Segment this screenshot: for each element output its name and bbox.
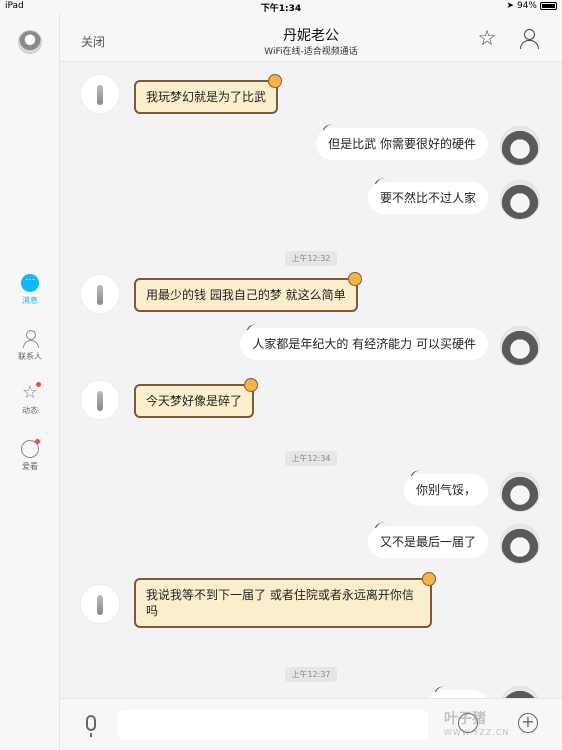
message-text: 又不是最后一届了 — [379, 535, 476, 549]
message-text: 我说我等不到下一届了 或者住院或者永远离开你信吗 — [146, 588, 414, 618]
my-chat-avatar[interactable] — [500, 126, 540, 166]
message-bubble-sent[interactable]: 人家都是年纪大的 有经济能力 可以买硬件 — [240, 328, 488, 360]
my-avatar[interactable] — [18, 30, 42, 54]
sidebar-item-label: 消息 — [22, 296, 38, 305]
my-chat-avatar[interactable] — [500, 472, 540, 512]
my-chat-avatar[interactable] — [500, 686, 540, 698]
bubble-sticker-icon — [244, 378, 259, 392]
notification-dot — [35, 439, 40, 444]
plus-icon[interactable]: + — [518, 713, 538, 733]
contact-avatar[interactable] — [80, 380, 120, 420]
time-separator: 上午12:37 — [60, 662, 562, 682]
bubble-sticker-icon — [422, 572, 436, 586]
sidebar-item-feed[interactable]: ☆ 动态 — [0, 382, 60, 416]
status-bar: iPad 下午1:34 ➤ 94% — [0, 0, 562, 14]
message-bubble-sent[interactable]: 你别气馁， — [403, 474, 488, 506]
bubble-sticker-icon — [268, 74, 283, 88]
message-bubble-received[interactable]: 今天梦好像是碎了 — [134, 378, 259, 418]
contact-avatar[interactable] — [80, 274, 120, 314]
message-bubble-sent[interactable]: 要不然比不过人家 — [367, 182, 488, 214]
message-text: 要不然比不过人家 — [379, 191, 476, 205]
time-label: 上午12:32 — [285, 251, 337, 266]
sidebar-item-label: 爱看 — [22, 462, 38, 471]
contact-avatar[interactable] — [80, 74, 120, 114]
message-text: 用最少的钱 园我自己的梦 就这么简单 — [146, 288, 346, 302]
contact-avatar[interactable] — [80, 584, 120, 624]
message-icon — [21, 274, 39, 292]
battery-percent: 94% — [516, 1, 537, 11]
time-label: 上午12:34 — [285, 451, 337, 466]
contacts-icon — [21, 330, 39, 348]
my-chat-avatar[interactable] — [500, 326, 540, 366]
message-bubble-received[interactable]: 用最少的钱 园我自己的梦 就这么简单 — [134, 272, 362, 312]
message-text: 我玩梦幻就是为了比武 — [146, 90, 267, 104]
watermark-url: WWW.YZZ.CN — [444, 728, 510, 737]
message-bubble-received[interactable]: 我说我等不到下一届了 或者住院或者永远离开你信吗 — [134, 572, 436, 628]
watch-icon — [21, 439, 40, 458]
chat-header: 关闭 丹妮老公 WiFi在线-适合视频通话 ☆ — [60, 14, 562, 62]
notification-dot — [36, 382, 41, 387]
clock: 下午1:34 — [260, 4, 302, 14]
time-separator: 上午12:32 — [60, 246, 562, 266]
my-chat-avatar[interactable] — [500, 524, 540, 564]
sidebar-item-watch[interactable]: 爱看 — [0, 439, 60, 472]
chat-messages[interactable]: 我玩梦幻就是为了比武 但是比武 你需要很好的硬件 要不然比不过人家 上午12:3… — [60, 62, 562, 698]
sidebar-item-label: 动态 — [22, 406, 38, 415]
message-input[interactable] — [118, 710, 428, 740]
favorite-star-icon[interactable]: ☆ — [476, 27, 498, 49]
sidebar-item-label: 联系人 — [18, 352, 42, 361]
time-separator: 上午12:34 — [60, 446, 562, 466]
message-text: 人家都是年纪大的 有经济能力 可以买硬件 — [252, 337, 476, 351]
message-bubble-sent[interactable]: 但是比武 你需要很好的硬件 — [316, 128, 488, 160]
message-text: 但是比武 你需要很好的硬件 — [328, 137, 476, 151]
sidebar-item-contacts[interactable]: 联系人 — [0, 330, 60, 362]
sidebar: 消息 联系人 ☆ 动态 爱看 — [0, 14, 60, 750]
watermark-brand: 叶子猪 — [444, 711, 486, 727]
status-right: ➤ 94% — [506, 1, 557, 11]
message-bubble-sent[interactable]: 又不是最后一届了 — [367, 526, 488, 558]
message-text: 你别气馁， — [415, 483, 476, 497]
location-icon: ➤ — [506, 1, 514, 11]
star-icon: ☆ — [21, 382, 41, 402]
battery-icon — [540, 2, 557, 10]
profile-icon[interactable] — [518, 28, 540, 50]
my-chat-avatar[interactable] — [500, 180, 540, 220]
message-bubble-sent[interactable] — [428, 690, 488, 698]
message-text: 今天梦好像是碎了 — [146, 394, 243, 408]
time-label: 上午12:37 — [285, 667, 337, 682]
microphone-icon[interactable] — [86, 715, 96, 737]
bubble-sticker-icon — [347, 272, 362, 286]
message-bubble-received[interactable]: 我玩梦幻就是为了比武 — [134, 74, 283, 114]
sidebar-item-messages[interactable]: 消息 — [0, 274, 60, 306]
watermark: 叶子猪 WWW.YZZ.CN — [444, 708, 509, 737]
